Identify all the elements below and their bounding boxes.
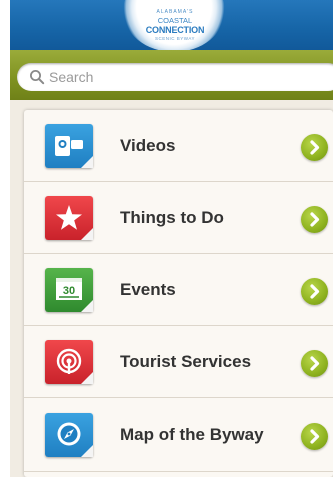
app-logo[interactable]: ALABAMA'S COASTAL CONNECTION SCENIC BYWA… [138,3,212,49]
menu-item-label: Events [120,280,176,299]
calendar-icon: 30 [45,268,93,312]
calendar-day-number: 30 [63,285,75,297]
star-icon [45,196,93,240]
compass-icon [45,413,93,457]
menu-item-map-of-the-byway[interactable]: Map of the Byway [24,398,333,472]
logo-line-4: SCENIC BYWAY [154,35,195,41]
logo-line-1: ALABAMA'S [156,9,194,15]
broadcast-icon [45,340,93,384]
chevron-right-icon[interactable] [301,423,328,450]
menu-item-label: Tourist Services [120,352,252,371]
chevron-right-icon[interactable] [301,134,328,161]
video-camera-icon [45,124,93,168]
logo-line-2: COASTAL [157,16,193,25]
menu-item-label: Videos [120,136,176,155]
chevron-right-icon[interactable] [301,350,328,377]
chevron-right-icon[interactable] [301,278,328,305]
menu-item-things-to-do[interactable]: Things to Do [24,182,333,254]
menu-item-events[interactable]: 30 Events [24,254,333,326]
search-input[interactable] [49,66,319,88]
menu-item-label: Map of the Byway [120,425,264,444]
app-screen: ALABAMA'S COASTAL CONNECTION SCENIC BYWA… [0,0,333,477]
menu-item-videos[interactable]: Videos [24,110,333,182]
logo-line-3: CONNECTION [145,24,205,35]
search-icon [29,69,45,85]
menu-item-tourist-services[interactable]: Tourist Services [24,326,333,398]
chevron-right-icon[interactable] [301,206,328,233]
menu-item-label: Things to Do [120,208,224,227]
